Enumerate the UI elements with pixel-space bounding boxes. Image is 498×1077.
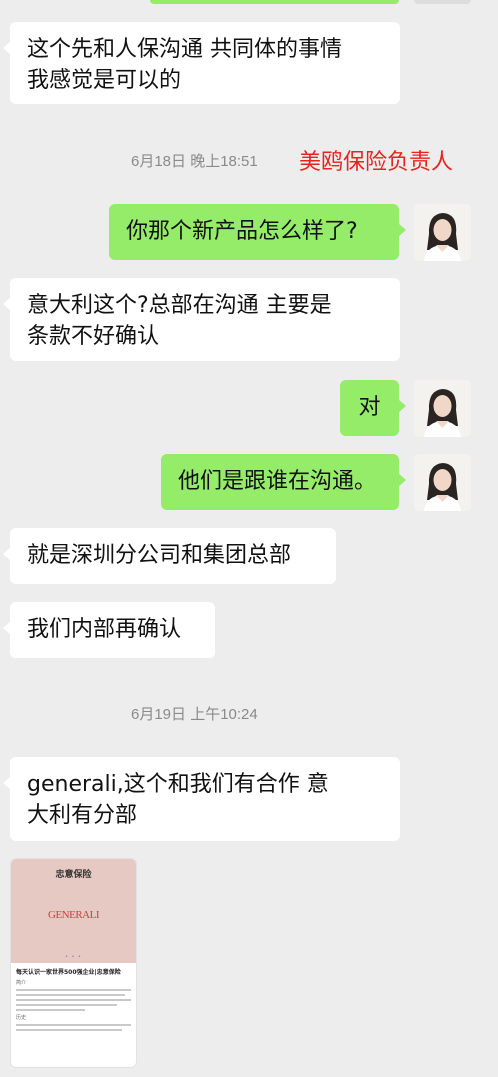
received-message[interactable]: generali,这个和我们有合作 意 大利有分部	[3, 757, 400, 841]
sent-message[interactable]: 你那个新产品怎么样了?	[109, 204, 406, 260]
article-headline: 每天认识一家世界500强企业|忠意保险	[16, 969, 121, 976]
sent-message[interactable]: 对	[340, 380, 406, 436]
image-brand-label: 忠意保险	[55, 870, 92, 880]
received-message[interactable]: 这个先和人保沟通 共同体的事情 我感觉是可以的	[3, 22, 400, 104]
timestamp: 6月19日 上午10:24	[131, 706, 258, 723]
avatar-woman-icon	[414, 454, 471, 511]
received-message[interactable]: 我们内部再确认	[3, 602, 215, 658]
image-banner: 忠意保险 GENERALI • • •	[11, 859, 136, 963]
received-message[interactable]: 就是深圳分公司和集团总部	[3, 528, 336, 584]
carousel-dots: • • •	[64, 954, 83, 960]
image-article-body: 每天认识一家世界500强企业|忠意保险 简介 历史	[11, 963, 136, 1038]
article-section-label: 简介	[16, 980, 27, 986]
sent-bubble-partial	[150, 0, 399, 4]
article-section-label: 历史	[16, 1015, 27, 1021]
red-annotation: 美鸥保险负责人	[299, 150, 454, 175]
user-avatar[interactable]	[414, 454, 471, 511]
received-message[interactable]: 意大利这个?总部在沟通 主要是 条款不好确认	[3, 278, 400, 361]
timestamp: 6月18日 晚上18:51	[131, 153, 258, 170]
avatar-partial[interactable]	[414, 0, 471, 4]
avatar-woman-icon	[414, 204, 471, 261]
generali-logo: GENERALI	[48, 909, 100, 921]
shared-image-message[interactable]: 忠意保险 GENERALI • • • 每天认识一家世界500强企业|忠意保险 …	[10, 858, 137, 1068]
sent-message[interactable]: 他们是跟谁在沟通。	[161, 454, 406, 510]
avatar-woman-icon	[414, 380, 471, 437]
user-avatar[interactable]	[414, 380, 471, 437]
user-avatar[interactable]	[414, 204, 471, 261]
